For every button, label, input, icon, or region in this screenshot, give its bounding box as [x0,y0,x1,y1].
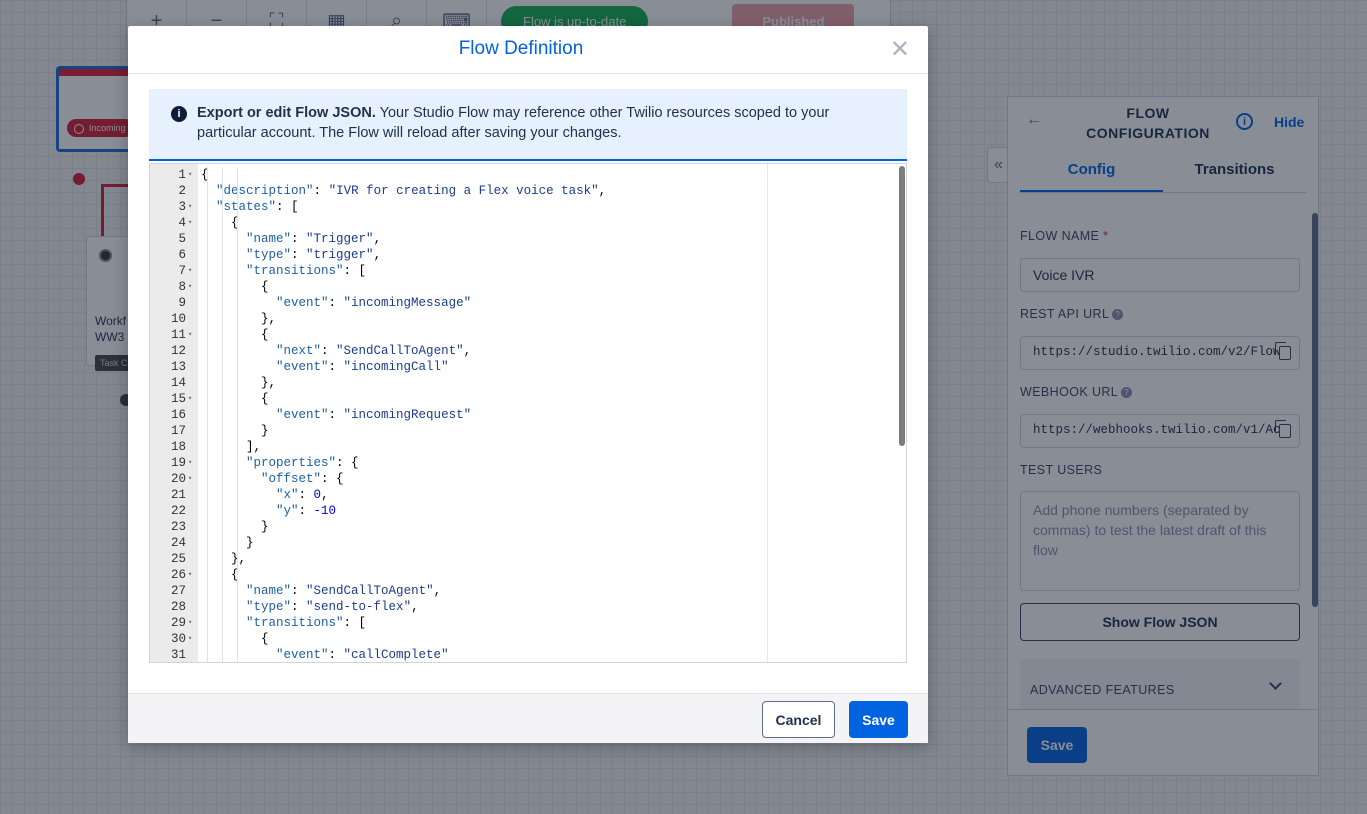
info-callout: i Export or edit Flow JSON. Your Studio … [149,89,907,161]
line-number: 2 [178,184,186,198]
line-number: 17 [170,424,186,438]
code-text: }, [261,312,277,326]
fold-toggle-icon[interactable]: ▾ [188,455,196,471]
line-number: 8 [178,280,186,294]
code-text: { [261,392,269,406]
line-number: 15 [170,392,186,406]
close-icon[interactable]: ✕ [890,38,910,62]
fold-toggle-icon[interactable]: ▾ [188,199,196,215]
line-number: 13 [170,360,186,374]
code-text: "event": "incomingMessage" [276,296,472,310]
indent-guide [237,167,238,662]
fold-toggle-icon[interactable]: ▾ [188,391,196,407]
line-number: 4 [178,216,186,230]
line-number: 25 [170,552,186,566]
line-number: 21 [170,488,186,502]
code-text: "description": "IVR for creating a Flex … [216,184,607,198]
line-number: 23 [170,520,186,534]
fold-toggle-icon[interactable]: ▾ [188,167,196,183]
code-text: "states": [ [216,200,299,214]
line-number: 24 [170,536,186,550]
line-number: 26 [170,568,186,582]
code-text: "event": "incomingRequest" [276,408,472,422]
line-number: 11 [170,328,186,342]
indent-guide [207,167,208,662]
line-number: 18 [170,440,186,454]
line-number: 10 [170,312,186,326]
line-number: 30 [170,632,186,646]
line-number: 19 [170,456,186,470]
code-text: } [261,424,269,438]
line-number: 1 [178,168,186,182]
editor-scrollbar[interactable] [899,166,905,446]
modal-title: Flow Definition [458,38,584,59]
code-text: }, [261,376,277,390]
line-number: 6 [178,248,186,262]
code-text: "type": "send-to-flex", [246,600,419,614]
fold-toggle-icon[interactable]: ▾ [188,615,196,631]
code-text: { [261,328,269,342]
line-number: 27 [170,584,186,598]
fold-toggle-icon[interactable]: ▾ [188,567,196,583]
code-text: "type": "trigger", [246,248,382,262]
print-margin [767,164,768,662]
save-button[interactable]: Save [849,701,908,738]
fold-toggle-icon[interactable]: ▾ [188,279,196,295]
line-number: 5 [178,232,186,246]
line-number: 3 [178,200,186,214]
flow-definition-modal: Flow Definition ✕ i Export or edit Flow … [128,26,928,743]
line-number: 9 [178,296,186,310]
info-callout-heading: Export or edit Flow JSON. [197,105,376,121]
fold-toggle-icon[interactable]: ▾ [188,471,196,487]
cancel-button[interactable]: Cancel [762,701,835,738]
line-number: 16 [170,408,186,422]
code-text: "event": "callComplete" [276,648,449,662]
line-number: 12 [170,344,186,358]
line-number: 7 [178,264,186,278]
line-number: 14 [170,376,186,390]
indent-guide [222,167,223,662]
code-text: } [246,536,254,550]
code-text: { [261,632,269,646]
line-number: 31 [170,648,186,662]
code-text: "transitions": [ [246,616,367,630]
fold-toggle-icon[interactable]: ▾ [188,263,196,279]
modal-header: Flow Definition ✕ [128,26,928,74]
fold-toggle-icon[interactable]: ▾ [188,327,196,343]
code-text: "properties": { [246,456,359,470]
line-number: 28 [170,600,186,614]
code-text: "next": "SendCallToAgent", [276,344,472,358]
modal-footer: Cancel Save [128,693,928,743]
code-text: "x": 0, [276,488,329,502]
code-text: } [261,520,269,534]
code-text: { [261,280,269,294]
line-number: 22 [170,504,186,518]
fold-toggle-icon[interactable]: ▾ [188,631,196,647]
json-code-editor[interactable]: 1 ▾{2 "description": "IVR for creating a … [149,163,907,663]
info-icon: i [171,106,187,122]
code-text: ], [246,440,262,454]
fold-toggle-icon[interactable]: ▾ [188,215,196,231]
line-number: 20 [170,472,186,486]
code-text: "event": "incomingCall" [276,360,449,374]
code-text: "name": "Trigger", [246,232,382,246]
code-text: "transitions": [ [246,264,367,278]
line-number: 29 [170,616,186,630]
